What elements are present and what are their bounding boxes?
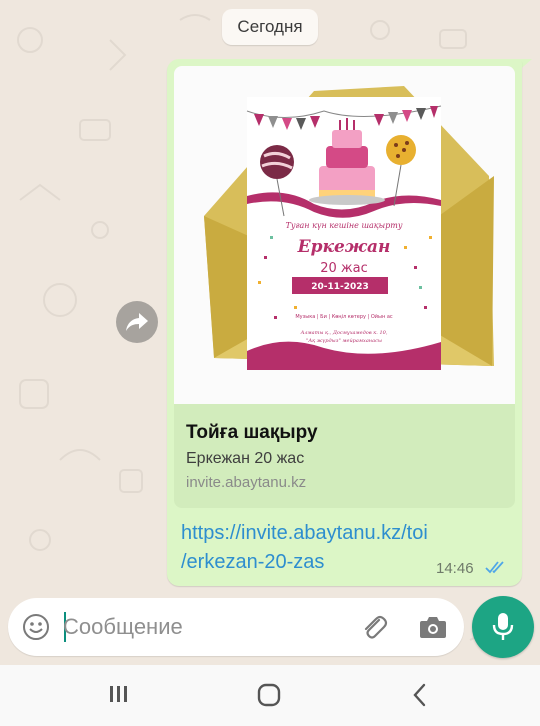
- emoji-button[interactable]: [22, 613, 50, 646]
- paperclip-icon: [364, 615, 388, 639]
- invite-age: 20 жас: [320, 261, 368, 276]
- link-preview-title: Тойға шақыру: [186, 422, 318, 443]
- invite-name: Еркежан: [297, 237, 391, 257]
- message-link-line2: /erkezan-20-zas: [181, 551, 325, 573]
- link-preview-domain: invite.abaytanu.kz: [186, 474, 307, 491]
- system-navigation-bar: [0, 665, 540, 726]
- camera-icon: [420, 617, 446, 638]
- message-input[interactable]: [63, 607, 333, 647]
- message-composer: [8, 598, 464, 656]
- forward-button[interactable]: [116, 301, 158, 343]
- mic-icon: [492, 613, 514, 640]
- link-preview-description: Еркежан 20 жас: [186, 450, 305, 467]
- invite-address-2: "Ақ жүрдыз" мейрамханасы: [306, 338, 382, 344]
- double-check-icon: [485, 561, 504, 574]
- forward-icon: [126, 313, 148, 331]
- message-bubble-outgoing[interactable]: Туған күн кешіне шақырту Еркежан 20 жас …: [167, 59, 522, 586]
- invite-address-1: Алматы қ., Досмұхамедов к. 10,: [300, 330, 388, 336]
- message-time: 14:46: [436, 560, 474, 577]
- voice-message-button[interactable]: [472, 596, 534, 658]
- home-button[interactable]: [257, 683, 281, 712]
- back-icon: [413, 683, 426, 707]
- attach-button[interactable]: [359, 612, 389, 647]
- invite-heading: Туған күн кешіне шақырту: [286, 221, 403, 230]
- home-icon: [257, 683, 281, 707]
- date-label: Сегодня: [237, 17, 303, 36]
- invitation-card-image: Туған күн кешіне шақырту Еркежан 20 жас …: [204, 86, 494, 370]
- camera-button[interactable]: [419, 614, 447, 645]
- date-separator: Сегодня: [222, 9, 318, 45]
- recents-icon: [110, 686, 127, 702]
- recents-button[interactable]: [108, 683, 130, 710]
- back-button[interactable]: [410, 683, 430, 712]
- emoji-icon: [23, 614, 49, 640]
- invite-date: 20-11-2023: [311, 282, 369, 292]
- link-preview-card[interactable]: Тойға шақыру Еркежан 20 жас invite.abayt…: [174, 404, 515, 508]
- link-preview-image[interactable]: Туған күн кешіне шақырту Еркежан 20 жас …: [174, 66, 515, 404]
- invite-details: Музыка | Би | Көңіл көтеру | Ойын ас: [295, 313, 393, 320]
- message-link-line1: https://invite.abaytanu.kz/toi: [181, 522, 428, 544]
